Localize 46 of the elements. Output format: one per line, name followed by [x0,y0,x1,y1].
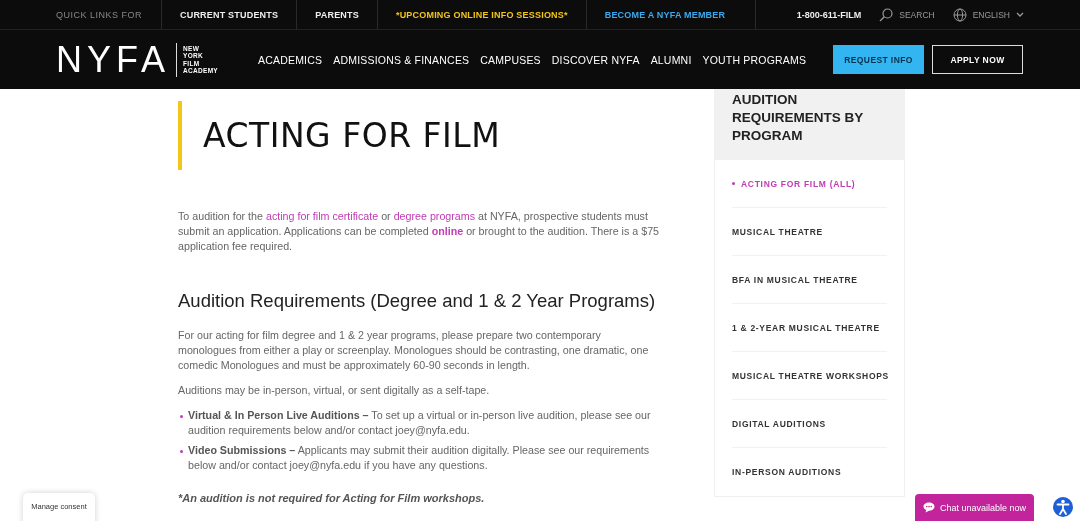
chevron-down-icon [1016,11,1024,18]
text-link[interactable]: acting for film certificate [265,210,379,222]
request-info-button[interactable]: REQUEST INFO [833,45,924,74]
nav-link[interactable]: ALUMNI [650,53,692,66]
footnote: *An audition is not required for Acting for Film workshops. [178,491,486,506]
search-link[interactable]: SEARCH [879,7,935,22]
top-link[interactable]: PARENTS [297,0,378,29]
nav-link[interactable]: CAMPUSES [480,53,541,66]
text-link[interactable]: degree programs [393,210,476,222]
sidebar-item[interactable]: DIGITAL AUDITIONS [732,400,887,448]
accessibility-button[interactable] [1050,494,1076,520]
search-icon [879,7,894,22]
body-paragraph: For our acting for film degree and 1 & 2 year programs, please prepare two contemporary monologues from either a play or screenplay. Monologues should be contrasting, one dramatic, one comedic Monologues and must be approximately 60-90 seconds in length. [178,328,650,373]
bullet-dot [732,182,735,185]
bullet-text: Virtual & In Person Live Auditions – To set up a virtual or in-person live audition, please see our audition requirements below and/or contact joey@nyfa.edu. [188,408,652,438]
sidebar-item[interactable]: BFA IN MUSICAL THEATRE [732,256,887,304]
sidebar-title: AUDITION REQUIREMENTS BY PROGRAM [714,89,905,160]
section-heading: Audition Requirements (Degree and 1 & 2 Year Programs) [178,290,657,312]
top-link[interactable]: CURRENT STUDENTS [162,0,298,29]
nav-link[interactable]: ACADEMICS [258,53,323,66]
apply-now-button[interactable]: APPLY NOW [932,45,1023,74]
intro-paragraph: To audition for the acting for film certificate or degree programs at NYFA, prospective students must submit an application. Applications can be completed online or brought to the audition. There is a $75 application fee required. [178,209,661,254]
chat-button[interactable]: Chat unavailable now [915,494,1034,521]
text-link[interactable]: online [431,225,464,237]
sidebar-item[interactable]: 1 & 2-YEAR MUSICAL THEATRE [732,304,887,352]
sidebar-item[interactable]: MUSICAL THEATRE WORKSHOPS [732,352,887,400]
bullet-dot [180,450,183,453]
quick-links-label: QUICK LINKS FOR [56,0,162,29]
sidebar-item[interactable]: MUSICAL THEATRE [732,208,887,256]
top-link[interactable]: *UPCOMING ONLINE INFO SESSIONS* [377,0,587,29]
nav-link[interactable]: ADMISSIONS & FINANCES [333,53,470,66]
bullet-dot [180,415,183,418]
bullet-text: Video Submissions – Applicants may submit their audition digitally. Please see our requirements below and/or contact joey@nyfa.edu if you have any questions. [188,443,651,473]
sidebar-item[interactable]: IN-PERSON AUDITIONS [732,448,887,495]
language-selector[interactable]: ENGLISH [952,7,1024,22]
globe-icon [952,7,967,22]
chat-bubble-icon [922,502,935,513]
title-accent-bar [178,101,182,170]
sidebar-item[interactable]: ACTING FOR FILM (ALL) [732,160,887,208]
phone-link[interactable]: 1-800-611-FILM [796,9,862,20]
body-paragraph: Auditions may be in-person, virtual, or sent digitally as a self-tape. [178,383,491,398]
top-link[interactable]: BECOME A NYFA MEMBER [586,0,757,29]
nav-link[interactable]: DISCOVER NYFA [551,53,640,66]
nav-link[interactable]: YOUTH PROGRAMS [702,53,807,66]
page-title: ACTING FOR FILM [203,115,501,157]
accessibility-icon [1050,494,1076,520]
